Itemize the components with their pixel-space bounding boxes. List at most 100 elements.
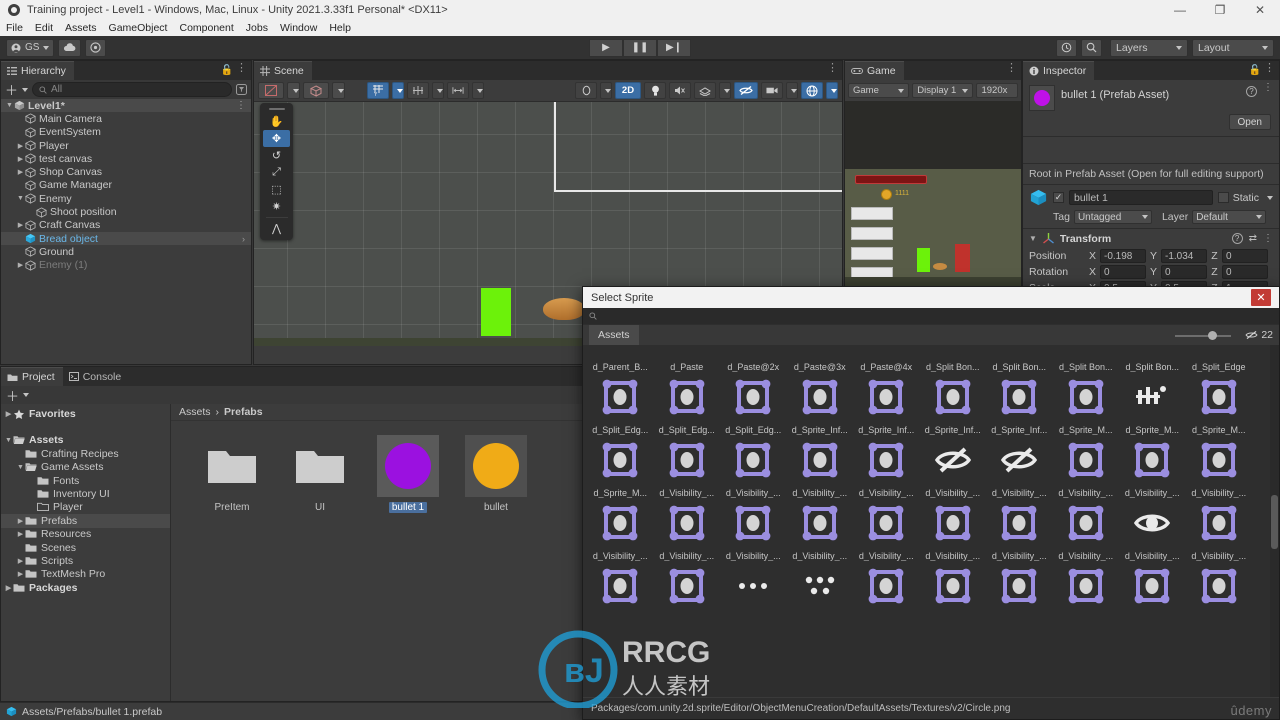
scene-camera-mode-button[interactable] [575,82,597,99]
tab-hierarchy[interactable]: Hierarchy [1,61,74,80]
sprite-cell[interactable]: d_Visibility_... [587,498,654,561]
play-button[interactable]: ▶ [589,38,623,57]
project-tree-row[interactable]: Inventory UI [1,487,170,500]
project-tree-row[interactable]: Crafting Recipes [1,447,170,460]
prefab-open-chevron-icon[interactable]: › [242,234,245,244]
hierarchy-row[interactable]: ▶ Player [1,139,251,152]
scene-audio-button[interactable] [669,82,691,99]
hierarchy-row[interactable]: ▶ Enemy (1) [1,259,251,272]
project-tree-row[interactable]: ▼ Game Assets [1,461,170,474]
collapse-triangle-icon[interactable]: ▼ [4,437,13,444]
hierarchy-row[interactable]: Shoot position [1,205,251,218]
scene-camera-mode-dropdown[interactable] [786,82,798,99]
sprite-cell[interactable]: d_Sprite_Inf... [787,372,854,435]
scene-tool-palette[interactable]: ✋ ✥ ↺ ⤢ ⬚ ✷ ⋀ [260,103,293,240]
game-menu-icon[interactable]: ⋮ [1006,63,1017,74]
project-tree-row[interactable]: ▼ Assets [1,434,170,447]
hierarchy-row[interactable]: ▼ Enemy [1,192,251,205]
transform-rotation-z-input[interactable]: 0 [1222,265,1268,279]
sprite-cell[interactable] [720,561,787,614]
hierarchy-row[interactable]: ▶ Shop Canvas [1,165,251,178]
game-mode-dropdown[interactable]: Game [848,83,910,98]
scene-camera-dropdown[interactable] [600,82,612,99]
sprite-cell[interactable]: d_Paste@4x [853,345,920,372]
transform-menu-icon[interactable]: ⋮ [1263,233,1273,243]
sprite-cell[interactable] [654,561,721,614]
expand-triangle-icon[interactable]: ▶ [16,261,25,269]
menu-item-file[interactable]: File [0,20,29,36]
hierarchy-row[interactable]: Bread object › [1,231,251,246]
sprite-cell[interactable]: d_Visibility_... [787,435,854,498]
project-tree-row[interactable]: ▶ Favorites [1,407,170,420]
gameobject-name-input[interactable]: bullet 1 [1069,190,1213,205]
transform-component-header[interactable]: ▼ Transform ? ⇄ ⋮ [1023,228,1279,248]
settings-button[interactable] [85,38,107,57]
inspector-lock-icon[interactable]: 🔓 [1249,65,1261,76]
asset-item[interactable]: bullet 1 [377,435,439,513]
expand-triangle-icon[interactable]: ▶ [16,570,25,578]
toggle-2d-button[interactable]: 2D [615,82,641,99]
static-checkbox[interactable] [1217,192,1229,203]
menu-item-assets[interactable]: Assets [59,20,103,36]
sprite-grid[interactable]: d_Parent_B... d_Paste d_Paste@2x d_Paste@3x… [583,345,1279,697]
close-icon[interactable]: ✕ [1251,289,1271,306]
expand-triangle-icon[interactable]: ▶ [16,530,25,538]
tab-inspector[interactable]: Inspector [1023,61,1095,80]
tool-palette-grip[interactable] [268,108,285,110]
shading-mode-button[interactable] [258,82,284,99]
sprite-cell[interactable]: d_Visibility_... [654,435,721,498]
collapse-triangle-icon[interactable]: ▼ [16,464,25,471]
collapse-triangle-icon[interactable]: ▼ [1029,234,1037,243]
transform-position-y-input[interactable]: -1.034 [1161,249,1207,263]
menu-item-edit[interactable]: Edit [29,20,59,36]
collapse-triangle-icon[interactable]: ▼ [16,195,25,202]
sprite-cell[interactable]: d_Split Bon... [1119,345,1186,372]
move-tool[interactable]: ✥ [263,130,290,147]
sprite-cell[interactable]: d_Sprite_M... [587,435,654,498]
project-tree-row[interactable]: Fonts [1,474,170,487]
thumbnail-size-slider[interactable] [1175,331,1231,340]
hierarchy-search-input[interactable]: All [32,82,232,97]
layers-dropdown[interactable]: Layers [1110,38,1188,57]
hierarchy-row[interactable]: Ground [1,245,251,258]
scrollbar-thumb[interactable] [1271,495,1278,549]
hierarchy-row[interactable]: ▶ Craft Canvas [1,219,251,232]
transform-tool[interactable]: ✷ [263,198,290,215]
expand-triangle-icon[interactable]: ▶ [16,155,25,163]
step-button[interactable]: ▶❙ [657,38,691,57]
gizmos-button[interactable] [801,82,823,99]
sprite-cell[interactable]: d_Visibility_... [920,498,987,561]
add-gameobject-button[interactable]: ＋ [5,80,29,99]
project-tree-row[interactable] [1,420,170,433]
expand-triangle-icon[interactable]: ▶ [16,142,25,150]
sprite-cell[interactable]: d_Parent_B... [587,345,654,372]
sprite-cell[interactable] [1186,561,1253,614]
gizmos-dropdown[interactable] [826,82,838,99]
sprite-cell[interactable]: d_Visibility_... [853,498,920,561]
sprite-cell[interactable]: d_Visibility_... [720,435,787,498]
game-resolution-dropdown[interactable]: 1920x [976,83,1018,98]
snap-increment-button[interactable] [407,82,429,99]
sprite-cell[interactable]: d_Visibility_... [920,435,987,498]
inspector-context-menu-icon[interactable]: ⋮ [1263,83,1273,93]
grid-snapping-dropdown[interactable] [472,82,484,99]
sprite-cell[interactable]: d_Visibility_... [787,498,854,561]
sprite-cell[interactable]: d_Visibility_... [1053,498,1120,561]
hierarchy-row-menu-icon[interactable]: ⋮ [236,100,246,110]
grid-dropdown[interactable] [392,82,404,99]
scene-lighting-button[interactable] [644,82,666,99]
grid-visibility-button[interactable]: Y [367,82,389,99]
project-tree-row[interactable]: Player [1,501,170,514]
hierarchy-row[interactable]: Main Camera [1,112,251,125]
sprite-cell[interactable]: d_Split_Edg... [654,372,721,435]
sprite-cell[interactable]: d_Sprite_M... [1186,372,1253,435]
sprite-cell[interactable] [920,561,987,614]
sprite-cell[interactable] [787,561,854,614]
grid-snapping-button[interactable] [447,82,469,99]
project-tree-row[interactable]: ▶ Packages [1,581,170,594]
scene-fx-button[interactable] [694,82,716,99]
sprite-cell[interactable] [1053,561,1120,614]
sprite-cell[interactable]: d_Sprite_Inf... [986,372,1053,435]
scene-menu-icon[interactable]: ⋮ [827,63,838,74]
game-ui-button-3[interactable] [851,247,893,261]
